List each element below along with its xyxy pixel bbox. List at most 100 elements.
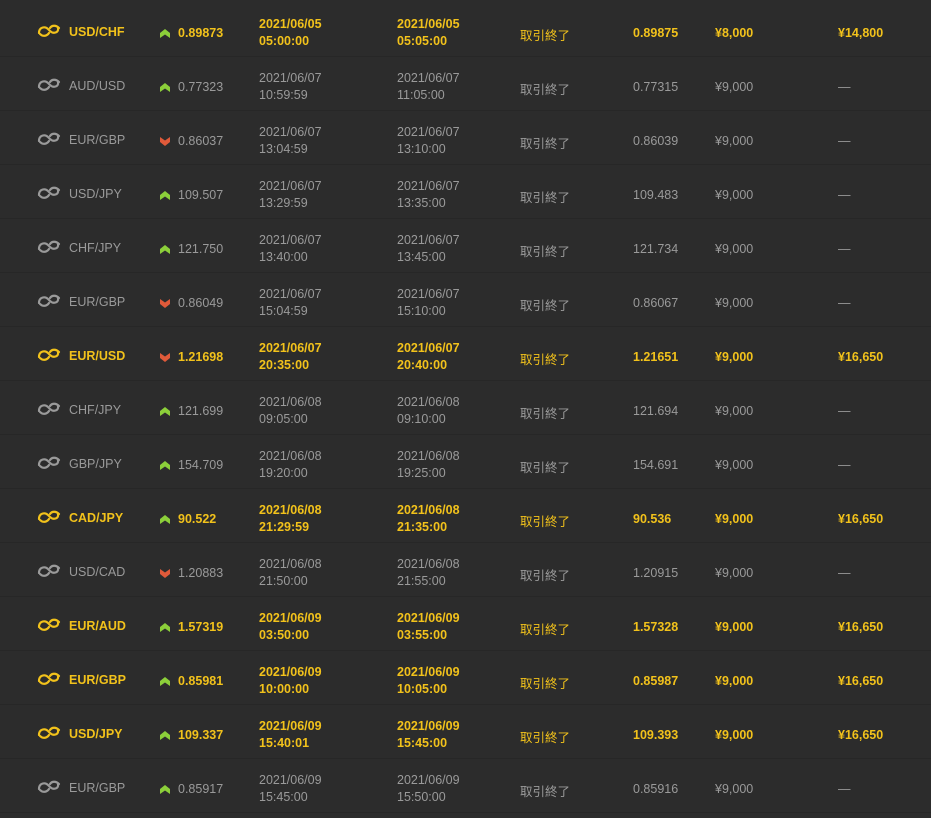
start-datetime: 2021/06/09 15:40:01 [259, 718, 322, 752]
status-label: 取引終了 [520, 137, 571, 151]
status-label: 取引終了 [520, 731, 571, 745]
close-rate: 109.483 [633, 188, 679, 202]
currency-pair: EUR/AUD [69, 619, 126, 633]
currency-pair: EUR/GBP [69, 133, 126, 147]
currency-pair: CHF/JPY [69, 241, 122, 255]
entry-rate: 1.20883 [178, 566, 224, 580]
end-datetime: 2021/06/09 15:45:00 [397, 718, 460, 752]
invest-amount: ¥9,000 [715, 458, 754, 472]
currency-pair: EUR/GBP [69, 781, 126, 795]
start-datetime: 2021/06/08 21:29:59 [259, 502, 322, 536]
invest-amount: ¥9,000 [715, 242, 754, 256]
currency-exchange-icon [37, 672, 61, 686]
currency-exchange-icon [37, 294, 61, 308]
end-date: 2021/06/09 [397, 719, 460, 733]
trade-row[interactable]: EUR/USD 1.21698 2021/06/07 20:35:00 2021/06/… [0, 327, 931, 381]
close-rate: 1.21651 [633, 350, 679, 364]
start-clock: 13:40:00 [259, 250, 308, 264]
trade-row[interactable]: EUR/AUD 1.57319 2021/06/09 03:50:00 2021/06/… [0, 597, 931, 651]
trade-row[interactable]: USD/CHF 0.89873 2021/06/05 05:00:00 2021/06/… [0, 3, 931, 57]
start-clock: 05:00:00 [259, 34, 310, 48]
end-date: 2021/06/07 [397, 233, 460, 247]
status-label: 取引終了 [520, 83, 571, 97]
trade-row[interactable]: CHF/JPY 121.750 2021/06/07 13:40:00 2021/06/… [0, 219, 931, 273]
start-clock: 15:45:00 [259, 790, 308, 804]
start-clock: 13:29:59 [259, 196, 308, 210]
currency-exchange-icon [37, 132, 61, 146]
status-label: 取引終了 [520, 407, 571, 421]
currency-pair: EUR/GBP [69, 673, 126, 687]
trade-row[interactable]: USD/JPY 109.337 2021/06/09 15:40:01 2021/06/… [0, 705, 931, 759]
status-label: 取引終了 [520, 461, 571, 475]
entry-rate: 0.89873 [178, 26, 224, 40]
payout-amount: — [838, 134, 851, 148]
end-date: 2021/06/08 [397, 395, 460, 409]
trade-row[interactable]: EUR/GBP 0.85917 2021/06/09 15:45:00 2021/06/… [0, 759, 931, 813]
start-date: 2021/06/05 [259, 17, 322, 31]
end-date: 2021/06/05 [397, 17, 460, 31]
end-date: 2021/06/07 [397, 341, 460, 355]
high-arrow-icon [160, 405, 170, 416]
start-clock: 13:04:59 [259, 142, 308, 156]
end-date: 2021/06/08 [397, 503, 460, 517]
invest-amount: ¥9,000 [715, 566, 754, 580]
trade-row[interactable]: CHF/JPY 121.699 2021/06/08 09:05:00 2021/06/… [0, 381, 931, 435]
start-date: 2021/06/08 [259, 503, 322, 517]
start-clock: 15:40:01 [259, 736, 310, 750]
end-date: 2021/06/09 [397, 665, 460, 679]
end-clock: 15:10:00 [397, 304, 446, 318]
low-arrow-icon [160, 135, 170, 146]
close-rate: 0.85916 [633, 782, 679, 796]
close-rate: 90.536 [633, 512, 672, 526]
currency-exchange-icon [37, 618, 61, 632]
trade-row[interactable]: AUD/USD 0.77323 2021/06/07 10:59:59 2021/06/… [0, 57, 931, 111]
entry-rate: 0.86037 [178, 134, 224, 148]
invest-amount: ¥8,000 [715, 26, 754, 40]
status-label: 取引終了 [520, 191, 571, 205]
trade-row[interactable]: EUR/GBP 0.86037 2021/06/07 13:04:59 2021/06/… [0, 111, 931, 165]
end-datetime: 2021/06/08 09:10:00 [397, 394, 460, 428]
end-date: 2021/06/09 [397, 773, 460, 787]
invest-amount: ¥9,000 [715, 728, 754, 742]
start-datetime: 2021/06/07 15:04:59 [259, 286, 322, 320]
status-label: 取引終了 [520, 245, 571, 259]
currency-pair: EUR/GBP [69, 295, 126, 309]
payout-amount: ¥14,800 [838, 26, 884, 40]
currency-pair: AUD/USD [69, 79, 126, 93]
start-date: 2021/06/07 [259, 287, 322, 301]
start-datetime: 2021/06/09 03:50:00 [259, 610, 322, 644]
currency-pair: USD/CHF [69, 25, 125, 39]
start-datetime: 2021/06/07 13:29:59 [259, 178, 322, 212]
entry-rate: 121.699 [178, 404, 224, 418]
end-datetime: 2021/06/08 21:35:00 [397, 502, 460, 536]
start-clock: 21:50:00 [259, 574, 308, 588]
status-label: 取引終了 [520, 299, 571, 313]
high-arrow-icon [160, 243, 170, 254]
high-arrow-icon [160, 189, 170, 200]
trade-row[interactable]: USD/JPY 109.507 2021/06/07 13:29:59 2021/06/… [0, 165, 931, 219]
currency-exchange-icon [37, 726, 61, 740]
trade-row[interactable]: USD/CAD 1.20883 2021/06/08 21:50:00 2021/06/… [0, 543, 931, 597]
invest-amount: ¥9,000 [715, 188, 754, 202]
payout-amount: — [838, 188, 851, 202]
end-datetime: 2021/06/09 03:55:00 [397, 610, 460, 644]
high-arrow-icon [160, 459, 170, 470]
low-arrow-icon [160, 297, 170, 308]
start-date: 2021/06/09 [259, 611, 322, 625]
end-clock: 03:55:00 [397, 628, 448, 642]
currency-exchange-icon [37, 24, 61, 38]
entry-rate: 90.522 [178, 512, 217, 526]
start-datetime: 2021/06/07 13:04:59 [259, 124, 322, 158]
trade-row[interactable]: EUR/GBP 0.85981 2021/06/09 10:00:00 2021/06/… [0, 651, 931, 705]
currency-pair: USD/JPY [69, 187, 122, 201]
trade-row[interactable]: EUR/GBP 0.86049 2021/06/07 15:04:59 2021/06/… [0, 273, 931, 327]
end-clock: 15:50:00 [397, 790, 446, 804]
currency-pair: EUR/USD [69, 349, 126, 363]
trade-row[interactable]: GBP/JPY 154.709 2021/06/08 19:20:00 2021/06/… [0, 435, 931, 489]
high-arrow-icon [160, 513, 170, 524]
invest-amount: ¥9,000 [715, 674, 754, 688]
start-date: 2021/06/07 [259, 179, 322, 193]
status-label: 取引終了 [520, 29, 571, 43]
trade-row[interactable]: CAD/JPY 90.522 2021/06/08 21:29:59 2021/06/0… [0, 489, 931, 543]
entry-rate: 1.57319 [178, 620, 224, 634]
